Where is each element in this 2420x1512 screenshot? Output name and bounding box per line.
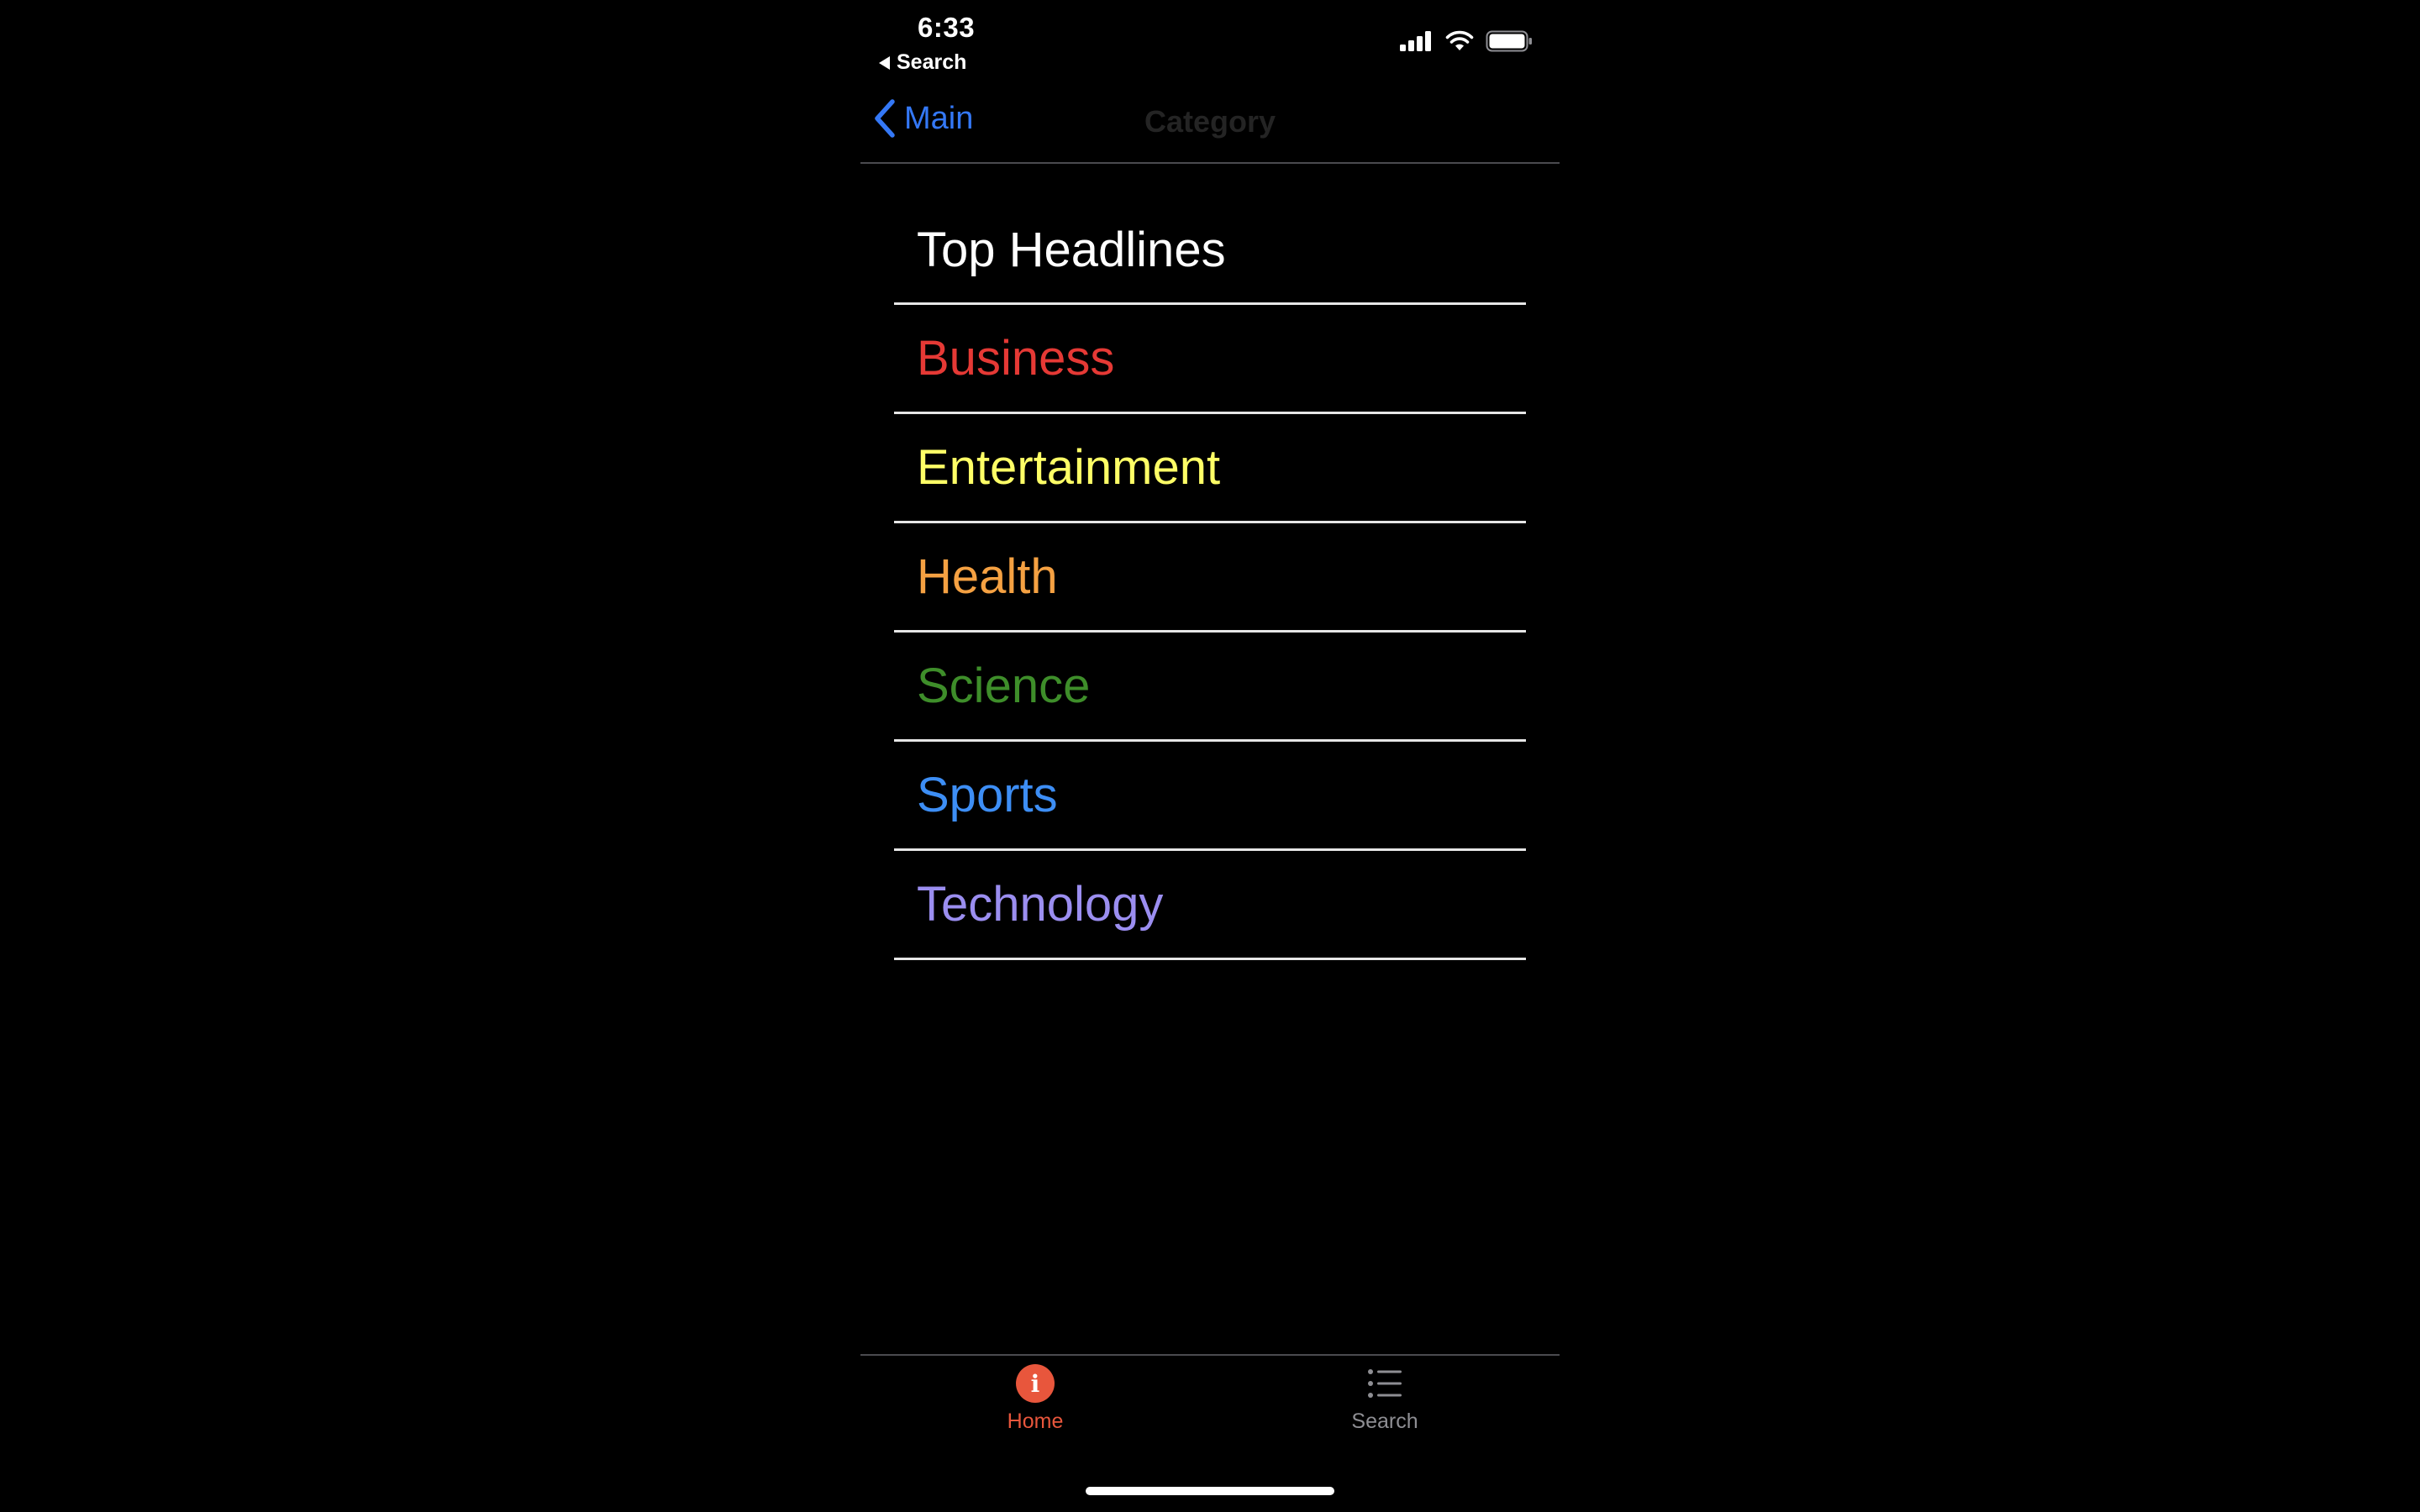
- category-label: Science: [917, 659, 1091, 713]
- category-item-sports[interactable]: Sports: [894, 742, 1526, 851]
- category-label: Entertainment: [917, 440, 1221, 495]
- category-item-health[interactable]: Health: [894, 523, 1526, 633]
- category-label: Business: [917, 331, 1115, 386]
- category-item-top-headlines[interactable]: Top Headlines: [894, 197, 1526, 305]
- category-label: Technology: [917, 877, 1164, 932]
- category-item-science[interactable]: Science: [894, 633, 1526, 742]
- home-indicator[interactable]: [1086, 1487, 1334, 1495]
- wifi-icon: [1445, 30, 1474, 50]
- category-item-business[interactable]: Business: [894, 305, 1526, 414]
- category-label: Top Headlines: [917, 223, 1226, 277]
- category-label: Sports: [917, 768, 1058, 822]
- page-title: Category: [1144, 104, 1276, 139]
- category-list: Top Headlines Business Entertainment Hea…: [894, 197, 1526, 960]
- back-triangle-icon: [879, 55, 890, 70]
- tab-bar-divider: [860, 1354, 1560, 1356]
- tab-home-label: Home: [1007, 1410, 1064, 1433]
- category-label: Health: [917, 549, 1058, 604]
- tab-search-label: Search: [1351, 1410, 1418, 1433]
- info-circle-icon: i: [1016, 1364, 1055, 1403]
- phone-screen: 6:33 Search Main Category Top Headlines …: [860, 0, 1560, 1512]
- screen-backdrop: 6:33 Search Main Category Top Headlines …: [0, 0, 2420, 1512]
- tab-home[interactable]: i Home: [951, 1364, 1119, 1434]
- battery-icon: [1486, 30, 1532, 52]
- category-item-technology[interactable]: Technology: [894, 851, 1526, 960]
- return-to-app-link[interactable]: Search: [879, 50, 966, 75]
- nav-divider: [860, 162, 1560, 164]
- list-icon: [1368, 1369, 1402, 1398]
- tab-search[interactable]: Search: [1301, 1364, 1469, 1434]
- category-item-entertainment[interactable]: Entertainment: [894, 414, 1526, 523]
- cellular-signal-icon: [1400, 31, 1431, 51]
- status-icons: [1400, 30, 1533, 52]
- status-time: 6:33: [918, 12, 976, 43]
- return-to-app-label: Search: [897, 50, 967, 74]
